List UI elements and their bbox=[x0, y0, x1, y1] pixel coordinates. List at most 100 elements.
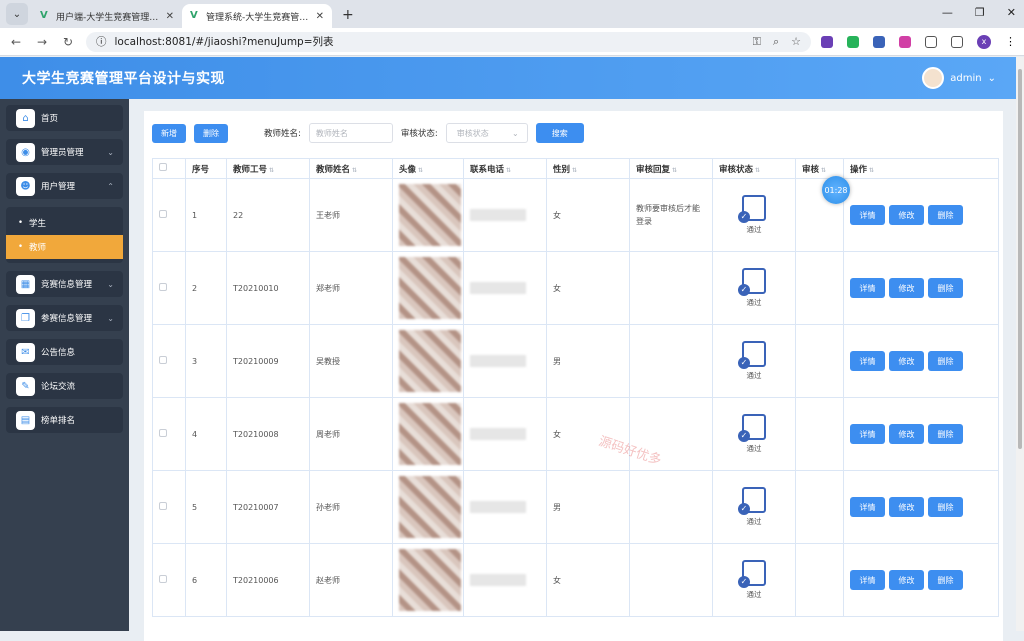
row-checkbox[interactable] bbox=[152, 324, 186, 398]
edit-button[interactable]: 修改 bbox=[889, 205, 924, 225]
sidepanel-icon[interactable] bbox=[951, 35, 963, 48]
avatar[interactable] bbox=[399, 549, 461, 611]
sidebar-item-participation[interactable]: ❐ 参赛信息管理 ⌄ bbox=[6, 305, 123, 331]
edit-button[interactable]: 修改 bbox=[889, 278, 924, 298]
status-select[interactable]: 审核状态 ⌄ bbox=[445, 123, 528, 143]
copy-icon: ❐ bbox=[16, 308, 35, 328]
edit-button[interactable]: 修改 bbox=[889, 351, 924, 371]
site-info-icon[interactable]: ⓘ bbox=[96, 34, 107, 49]
profile-icon[interactable]: x bbox=[977, 34, 991, 49]
extension-icon[interactable] bbox=[847, 35, 859, 48]
sidebar-subitem-student[interactable]: • 学生 bbox=[6, 211, 123, 235]
bullet-icon: • bbox=[18, 242, 24, 252]
table-header-row: 序号 教师工号 ⇅ 教师姓名 ⇅ 头像 ⇅ 联系电话 ⇅ 性别 ⇅ 审核回复 ⇅ 审核状态 ⇅… bbox=[152, 158, 999, 179]
sidebar-item-ranking[interactable]: ▤ 榜单排名 bbox=[6, 407, 123, 433]
page-scrollbar[interactable] bbox=[1016, 57, 1024, 631]
username[interactable]: admin bbox=[950, 73, 981, 84]
detail-button[interactable]: 详情 bbox=[850, 205, 885, 225]
row-checkbox[interactable] bbox=[152, 470, 186, 544]
sidebar-item-forum[interactable]: ✎ 论坛交流 bbox=[6, 373, 123, 399]
puzzle-icon[interactable] bbox=[925, 35, 937, 48]
avatar[interactable] bbox=[399, 403, 461, 465]
key-icon[interactable]: ⚿ bbox=[753, 35, 761, 49]
close-window-icon[interactable]: ✕ bbox=[1007, 6, 1016, 19]
timer-badge[interactable]: 01:28 bbox=[822, 176, 850, 204]
edit-button[interactable]: 修改 bbox=[889, 424, 924, 444]
col-id[interactable]: 教师工号 ⇅ bbox=[226, 158, 310, 179]
detail-button[interactable]: 详情 bbox=[850, 278, 885, 298]
edit-button[interactable]: 修改 bbox=[889, 570, 924, 590]
avatar[interactable] bbox=[399, 257, 461, 319]
delete-row-button[interactable]: 删除 bbox=[928, 497, 963, 517]
close-tab-icon[interactable]: ✕ bbox=[166, 11, 174, 22]
sidebar-item-notice[interactable]: ✉ 公告信息 bbox=[6, 339, 123, 365]
forward-icon[interactable]: → bbox=[34, 35, 50, 49]
cell-index: 6 bbox=[185, 543, 227, 617]
cell-actions: 详情 修改 删除 bbox=[843, 470, 999, 544]
delete-row-button[interactable]: 删除 bbox=[928, 205, 963, 225]
tab-list-button[interactable]: ⌄ bbox=[6, 3, 28, 25]
detail-button[interactable]: 详情 bbox=[850, 497, 885, 517]
col-status[interactable]: 审核状态 ⇅ bbox=[712, 158, 796, 179]
detail-button[interactable]: 详情 bbox=[850, 351, 885, 371]
bookmark-star-icon[interactable]: ☆ bbox=[791, 35, 801, 49]
sidebar-item-label: 论坛交流 bbox=[41, 382, 76, 392]
extension-icon[interactable] bbox=[899, 35, 911, 48]
avatar[interactable] bbox=[922, 67, 945, 89]
user-menu[interactable]: admin ⌄ bbox=[922, 67, 996, 89]
col-gender[interactable]: 性别 ⇅ bbox=[546, 158, 630, 179]
table-row: 4T20210008周老师 女通过 详情修改删除 bbox=[152, 397, 999, 471]
edit-button[interactable]: 修改 bbox=[889, 497, 924, 517]
sidebar-item-competition[interactable]: ▦ 竞赛信息管理 ⌄ bbox=[6, 271, 123, 297]
delete-button[interactable]: 删除 bbox=[194, 123, 228, 143]
close-tab-icon[interactable]: ✕ bbox=[316, 11, 324, 22]
name-search-input[interactable]: 教师姓名 bbox=[308, 123, 393, 143]
phone-redacted bbox=[470, 428, 526, 440]
zoom-icon[interactable]: ⌕ bbox=[773, 35, 779, 49]
approved-document-icon bbox=[738, 414, 766, 442]
browser-tab-bar: ⌄ V 用户端-大学生竞赛管理平台设计 ✕ V 管理系统-大学生竞赛管理平台设计… bbox=[0, 0, 1024, 28]
delete-row-button[interactable]: 删除 bbox=[928, 570, 963, 590]
add-button[interactable]: 新增 bbox=[152, 123, 186, 143]
col-name[interactable]: 教师姓名 ⇅ bbox=[309, 158, 393, 179]
col-actions: 操作 ⇅ bbox=[843, 158, 999, 179]
new-tab-icon[interactable]: + bbox=[342, 7, 354, 23]
detail-button[interactable]: 详情 bbox=[850, 424, 885, 444]
delete-row-button[interactable]: 删除 bbox=[928, 424, 963, 444]
avatar[interactable] bbox=[399, 476, 461, 538]
cell-status: 通过 bbox=[712, 397, 796, 471]
row-checkbox[interactable] bbox=[152, 251, 186, 325]
back-icon[interactable]: ← bbox=[8, 35, 24, 49]
col-phone[interactable]: 联系电话 ⇅ bbox=[463, 158, 547, 179]
select-all-checkbox[interactable] bbox=[152, 158, 186, 179]
browser-tab-2[interactable]: V 管理系统-大学生竞赛管理平台设计 ✕ bbox=[182, 4, 332, 28]
sidebar-item-home[interactable]: ⌂ 首页 bbox=[6, 105, 123, 131]
col-photo[interactable]: 头像 ⇅ bbox=[392, 158, 464, 179]
avatar[interactable] bbox=[399, 184, 461, 246]
more-menu-icon[interactable]: ⋮ bbox=[1005, 35, 1016, 48]
browser-tab-1[interactable]: V 用户端-大学生竞赛管理平台设计 ✕ bbox=[32, 4, 182, 28]
sidebar-item-admin[interactable]: ◉ 管理员管理 ⌄ bbox=[6, 139, 123, 165]
delete-row-button[interactable]: 删除 bbox=[928, 278, 963, 298]
extension-icon[interactable] bbox=[873, 35, 885, 48]
approved-document-icon bbox=[738, 195, 766, 223]
reload-icon[interactable]: ↻ bbox=[60, 35, 76, 49]
minimize-icon[interactable]: — bbox=[942, 6, 953, 19]
col-reply[interactable]: 审核回复 ⇅ bbox=[629, 158, 713, 179]
extension-icon[interactable] bbox=[821, 35, 833, 48]
search-button[interactable]: 搜索 bbox=[535, 123, 584, 143]
page-title: 大学生竞赛管理平台设计与实现 bbox=[22, 71, 225, 87]
detail-button[interactable]: 详情 bbox=[850, 570, 885, 590]
scrollbar-thumb[interactable] bbox=[1018, 69, 1022, 449]
delete-row-button[interactable]: 删除 bbox=[928, 351, 963, 371]
sidebar-item-users[interactable]: ☻ 用户管理 ⌃ bbox=[6, 173, 123, 199]
chevron-down-icon[interactable]: ⌄ bbox=[988, 73, 996, 84]
url-field[interactable]: ⓘ localhost:8081/#/jiaoshi?menuJump=列表 ⚿… bbox=[86, 31, 811, 52]
avatar[interactable] bbox=[399, 330, 461, 392]
sidebar-item-label: 用户管理 bbox=[41, 182, 76, 192]
sidebar-subitem-teacher[interactable]: • 教师 bbox=[6, 235, 123, 259]
row-checkbox[interactable] bbox=[152, 543, 186, 617]
restore-icon[interactable]: ❐ bbox=[975, 6, 985, 19]
row-checkbox[interactable] bbox=[152, 178, 186, 252]
row-checkbox[interactable] bbox=[152, 397, 186, 471]
